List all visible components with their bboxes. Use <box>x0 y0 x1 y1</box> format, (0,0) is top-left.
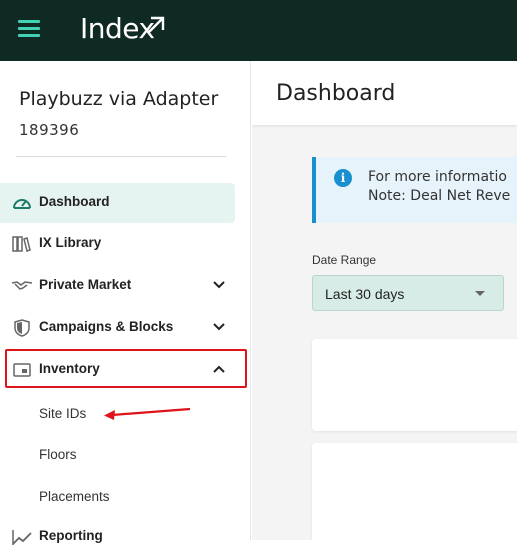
chart-icon <box>12 530 32 545</box>
sidebar-item-label: IX Library <box>39 235 102 250</box>
sidebar-item-campaigns-blocks[interactable]: Campaigns & Blocks <box>0 308 240 348</box>
sidebar-item-label: Inventory <box>39 361 100 376</box>
sidebar-item-label: Reporting <box>39 528 103 543</box>
sidebar-item-label: Private Market <box>39 277 132 292</box>
info-banner-line2: Note: Deal Net Reve <box>368 188 511 204</box>
divider <box>16 156 226 157</box>
sidebar-item-label: Campaigns & Blocks <box>39 319 174 334</box>
sidebar-item-private-market[interactable]: Private Market <box>0 266 240 306</box>
account-id: 189396 <box>19 121 80 139</box>
chevron-down-icon[interactable] <box>212 320 226 334</box>
sidebar-subitem-floors[interactable]: Floors <box>39 447 77 462</box>
sidebar-item-inventory[interactable]: Inventory <box>0 350 240 390</box>
sidebar-item-reporting[interactable]: Reporting <box>0 517 240 557</box>
info-icon: i <box>334 169 352 187</box>
brand-logo[interactable]: Index <box>80 12 155 45</box>
info-banner-text: For more informatio Note: Deal Net Reve <box>368 168 510 206</box>
inventory-icon <box>13 363 31 377</box>
info-banner-line1: For more informatio <box>368 169 507 185</box>
logo-arrow-icon <box>148 16 165 33</box>
top-bar: Index <box>0 0 517 61</box>
sidebar-item-dashboard[interactable]: Dashboard <box>0 183 235 223</box>
dashboard-card <box>312 443 517 540</box>
library-icon <box>12 236 31 252</box>
main-content: Dashboard i For more informatio Note: De… <box>252 61 517 540</box>
dashboard-card <box>312 339 517 431</box>
date-range-label: Date Range <box>312 253 377 267</box>
date-range-value: Last 30 days <box>325 286 405 302</box>
account-name: Playbuzz via Adapter <box>19 88 219 110</box>
chevron-down-icon[interactable] <box>212 278 226 292</box>
caret-down-icon <box>475 291 485 296</box>
sidebar-subitem-site-ids[interactable]: Site IDs <box>39 406 86 421</box>
info-banner: i For more informatio Note: Deal Net Rev… <box>312 157 517 223</box>
gauge-icon <box>13 199 31 209</box>
sidebar-subitem-placements[interactable]: Placements <box>39 489 110 504</box>
hamburger-menu-icon[interactable] <box>18 20 40 38</box>
sidebar: Playbuzz via Adapter 189396 Dashboard IX… <box>0 61 251 545</box>
chevron-up-icon[interactable] <box>212 362 226 376</box>
page-title: Dashboard <box>276 81 396 106</box>
sidebar-item-ix-library[interactable]: IX Library <box>0 224 240 264</box>
date-range-select[interactable]: Last 30 days <box>312 275 504 311</box>
sidebar-item-label: Dashboard <box>39 194 110 209</box>
handshake-icon <box>11 281 33 290</box>
page-header: Dashboard <box>252 61 517 126</box>
shield-icon <box>14 319 30 337</box>
